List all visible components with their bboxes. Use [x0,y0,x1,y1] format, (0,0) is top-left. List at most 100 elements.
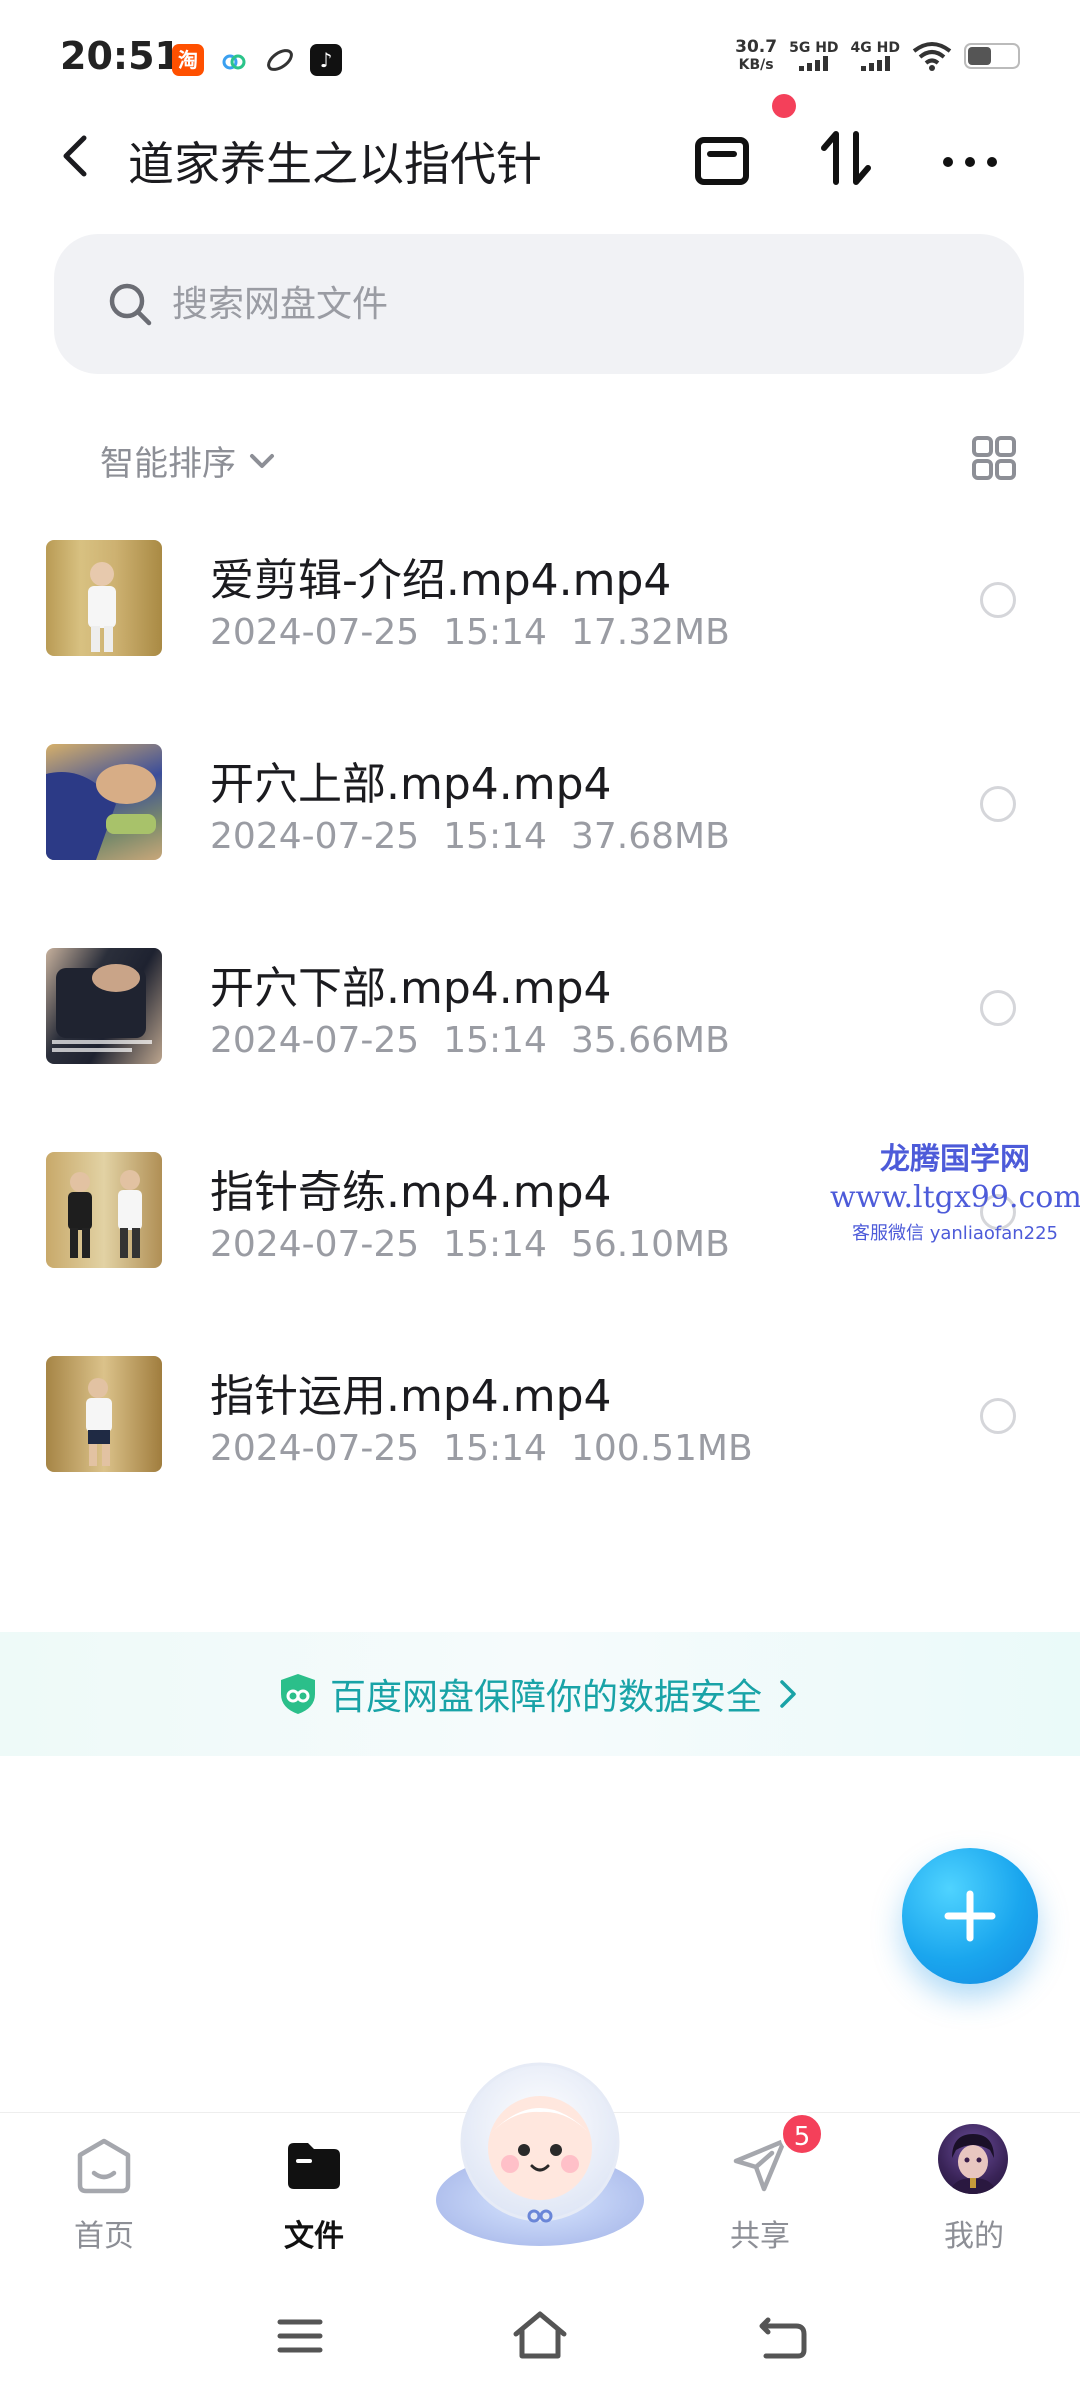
file-meta: 2024-07-25 15:14 56.10MB [210,1224,730,1265]
sort-label: 智能排序 [100,444,236,484]
file-size: 56.10MB [570,1224,730,1265]
tiktok-app-icon: ♪ [310,44,342,76]
taobao-app-icon: 淘 [172,44,204,76]
status-indicators: 30.7 KB/s 5G HD 4G HD [735,38,1020,74]
smart-sort-button[interactable]: 智能排序 [100,436,278,485]
file-name: 指针奇练.mp4.mp4 [210,1167,612,1218]
home-icon [77,2138,131,2194]
file-time: 15:14 [443,1224,547,1265]
page-title: 道家养生之以指代针 [128,137,542,191]
back-arrow-icon [759,2317,807,2359]
file-meta: 2024-07-25 15:14 35.66MB [210,1020,730,1061]
watermark: 龙腾国学网 www.ltgx99.com 客服微信 yanliaofan225 [830,1134,1080,1245]
file-time: 15:14 [443,816,547,857]
avatar[interactable] [938,2124,1008,2194]
video-thumbnail [46,744,162,860]
security-banner[interactable]: 百度网盘保障你的数据安全 [0,1632,1080,1756]
status-app-icons: 淘 ♪ [172,44,342,76]
file-date: 2024-07-25 [210,1224,420,1265]
file-item[interactable]: 指针运用.mp4.mp4 2024-07-25 15:14 100.51MB [0,1336,1080,1540]
plus-icon [944,1890,996,1942]
file-time: 15:14 [443,1428,547,1469]
nav-files-label: 文件 [284,2219,344,2254]
nav-home[interactable]: 首页 [34,2113,174,2273]
home-outline-icon [513,2311,567,2359]
video-thumbnail [46,540,162,656]
watermark-url: www.ltgx99.com [830,1180,1080,1215]
file-list: 爱剪辑-介绍.mp4.mp4 2024-07-25 15:14 17.32MB … [0,520,1080,1540]
sort-row: 智能排序 [0,430,1080,490]
video-thumbnail [46,948,162,1064]
select-checkbox[interactable] [980,786,1016,822]
video-thumbnail [46,1356,162,1472]
watermark-contact: 客服微信 yanliaofan225 [852,1223,1058,1244]
file-time: 15:14 [443,612,547,653]
file-date: 2024-07-25 [210,1020,420,1061]
status-time: 20:51 [60,34,181,78]
file-date: 2024-07-25 [210,612,420,653]
mascot-assistant-button[interactable] [428,2050,652,2250]
shield-icon [280,1674,315,1714]
file-meta: 2024-07-25 15:14 37.68MB [210,816,730,857]
file-item[interactable]: 开穴上部.mp4.mp4 2024-07-25 15:14 37.68MB [0,724,1080,928]
avatar-image [950,2134,996,2194]
wifi-icon [912,42,952,71]
mascot-icon [436,2062,644,2246]
baidu-cloud-app-icon [218,44,250,76]
share-notification-badge: 5 [780,2112,824,2156]
file-time: 15:14 [443,1020,547,1061]
file-size: 35.66MB [570,1020,730,1061]
nav-home-label: 首页 [74,2219,134,2254]
menu-icon [277,2319,323,2353]
system-home-button[interactable] [510,2306,570,2366]
grid-view-button[interactable] [970,434,1018,482]
select-checkbox[interactable] [980,582,1016,618]
file-item[interactable]: 开穴下部.mp4.mp4 2024-07-25 15:14 35.66MB [0,928,1080,1132]
more-dots-icon [943,157,997,167]
file-name: 开穴下部.mp4.mp4 [210,963,612,1014]
search-input[interactable] [172,274,972,334]
file-name: 开穴上部.mp4.mp4 [210,759,612,810]
file-meta: 2024-07-25 15:14 100.51MB [210,1428,753,1469]
sim2-signal-icon: 4G HD [851,41,900,71]
system-nav-bar [0,2290,1080,2380]
file-item[interactable]: 爱剪辑-介绍.mp4.mp4 2024-07-25 15:14 17.32MB [0,520,1080,724]
back-button[interactable] [48,126,108,186]
file-size: 17.32MB [570,612,730,653]
search-icon [109,283,152,326]
file-date: 2024-07-25 [210,1428,420,1469]
header: 道家养生之以指代针 [0,118,1080,194]
search-box[interactable] [54,234,1024,374]
nav-me-label: 我的 [944,2219,1004,2254]
system-menu-button[interactable] [270,2306,330,2366]
chevron-down-icon [250,453,274,468]
select-checkbox[interactable] [980,1398,1016,1434]
more-options-button[interactable] [938,126,1002,190]
file-name: 爱剪辑-介绍.mp4.mp4 [210,555,672,606]
file-date: 2024-07-25 [210,816,420,857]
battery-level [968,47,992,65]
transfer-list-button[interactable] [690,126,754,190]
file-size: 100.51MB [570,1428,753,1469]
chevron-right-icon [780,1680,796,1708]
file-size: 37.68MB [570,816,730,857]
file-name: 指针运用.mp4.mp4 [210,1371,612,1422]
security-text: 百度网盘保障你的数据安全 [329,1677,762,1718]
system-back-button[interactable] [752,2306,812,2366]
folder-icon [288,2143,340,2189]
notification-dot [772,94,796,118]
sim1-signal-icon: 5G HD [789,41,839,71]
sort-order-button[interactable] [814,126,878,190]
add-button[interactable] [902,1848,1038,1984]
share-plane-icon [733,2138,787,2192]
network-speed: 30.7 KB/s [735,37,778,73]
battery-icon [964,43,1020,69]
nav-share-label: 共享 [730,2219,790,2254]
file-meta: 2024-07-25 15:14 17.32MB [210,612,730,653]
status-bar: 20:51 淘 ♪ 30.7 KB/s 5G HD 4G HD [0,0,1080,120]
video-thumbnail [46,1152,162,1268]
archive-box-icon [695,137,749,185]
chevron-left-icon [63,135,87,177]
select-checkbox[interactable] [980,990,1016,1026]
nav-files[interactable]: 文件 [244,2113,384,2273]
